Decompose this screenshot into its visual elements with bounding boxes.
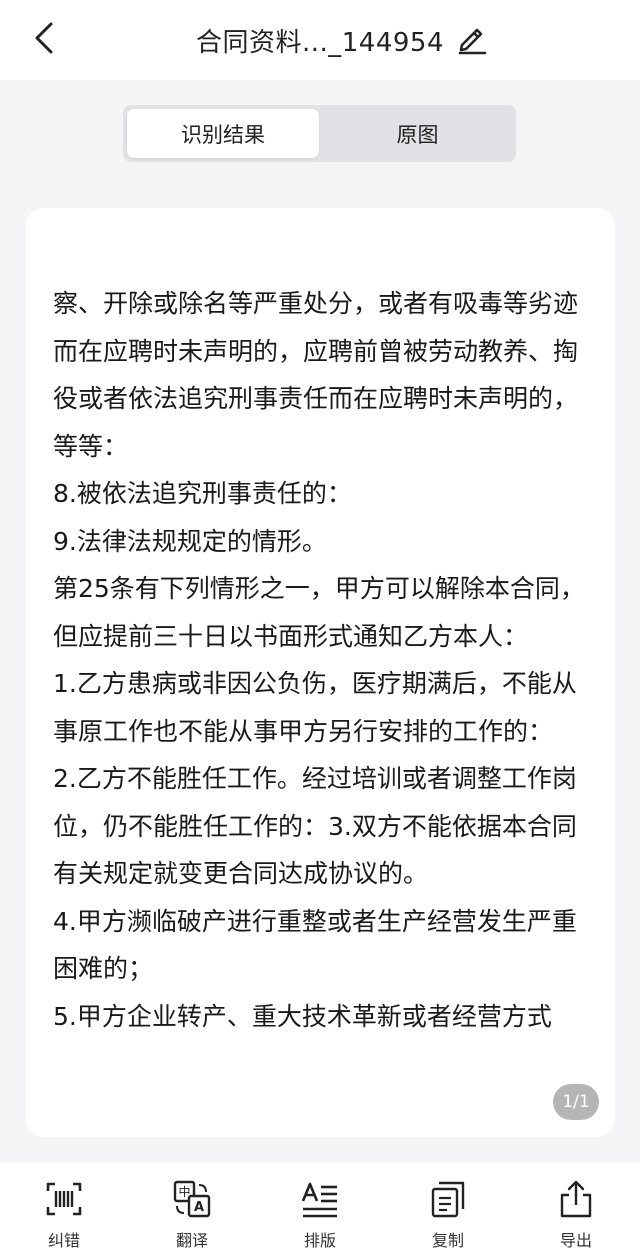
copy-label: 复制	[431, 1231, 464, 1250]
layout-button[interactable]: 排版	[280, 1179, 360, 1255]
export-icon	[556, 1179, 596, 1219]
copy-button[interactable]: 复制	[408, 1179, 488, 1255]
translate-button[interactable]: 中 A 翻译	[152, 1179, 232, 1255]
text-paragraph: 5.甲方企业转产、重大技术革新或者经营方式	[53, 1001, 552, 1031]
translate-label: 翻译	[175, 1231, 208, 1250]
back-button[interactable]	[22, 18, 66, 62]
text-paragraph: 9.法律法规规定的情形。	[53, 526, 327, 556]
page-indicator: 1/1	[553, 1084, 599, 1120]
text-paragraph: 察、开除或除名等严重处分，或者有吸毒等劣迹而在应聘时未声明的，应聘前曾被劳动教养…	[53, 289, 579, 461]
recognized-text[interactable]: 察、开除或除名等严重处分，或者有吸毒等劣迹而在应聘时未声明的，应聘前曾被劳动教养…	[53, 280, 601, 1040]
page-title: 合同资料..._144954	[195, 27, 445, 58]
export-button[interactable]: 导出	[536, 1179, 616, 1255]
text-paragraph: 4.甲方濒临破产进行重整或者生产经营发生严重困难的；	[53, 906, 577, 984]
rename-button[interactable]	[452, 20, 492, 60]
chevron-left-icon	[33, 21, 55, 59]
copy-icon	[428, 1179, 468, 1219]
export-label: 导出	[559, 1231, 592, 1250]
recognized-text-card: 察、开除或除名等严重处分，或者有吸毒等劣迹而在应聘时未声明的，应聘前曾被劳动教养…	[26, 208, 615, 1137]
scan-barcode-icon	[44, 1179, 84, 1219]
translate-icon: 中 A	[172, 1179, 212, 1219]
correct-label: 纠错	[47, 1231, 80, 1250]
text-paragraph: 8.被依法追究刑事责任的：	[53, 479, 352, 508]
view-mode-switch: 识别结果 原图	[123, 105, 516, 162]
bottom-toolbar: 纠错 中 A 翻译 排版 复制 导出	[0, 1163, 640, 1259]
tab-original-image[interactable]: 原图	[323, 109, 512, 158]
svg-text:A: A	[194, 1200, 204, 1215]
correct-button[interactable]: 纠错	[24, 1179, 104, 1255]
layout-text-icon	[300, 1179, 340, 1219]
pencil-icon	[455, 21, 489, 59]
text-paragraph: 第25条有下列情形之一，甲方可以解除本合同，但应提前三十日以书面形式通知乙方本人…	[53, 574, 585, 651]
text-paragraph: 2.乙方不能胜任工作。经过培训或者调整工作岗位，仍不能胜任工作的：3.双方不能依…	[53, 764, 577, 888]
layout-label: 排版	[303, 1231, 336, 1250]
text-paragraph: 1.乙方患病或非因公负伤，医疗期满后，不能从事原工作也不能从事甲方另行安排的工作…	[53, 669, 577, 746]
top-bar: 合同资料..._144954	[0, 0, 640, 80]
tab-recognition-result[interactable]: 识别结果	[127, 109, 319, 158]
